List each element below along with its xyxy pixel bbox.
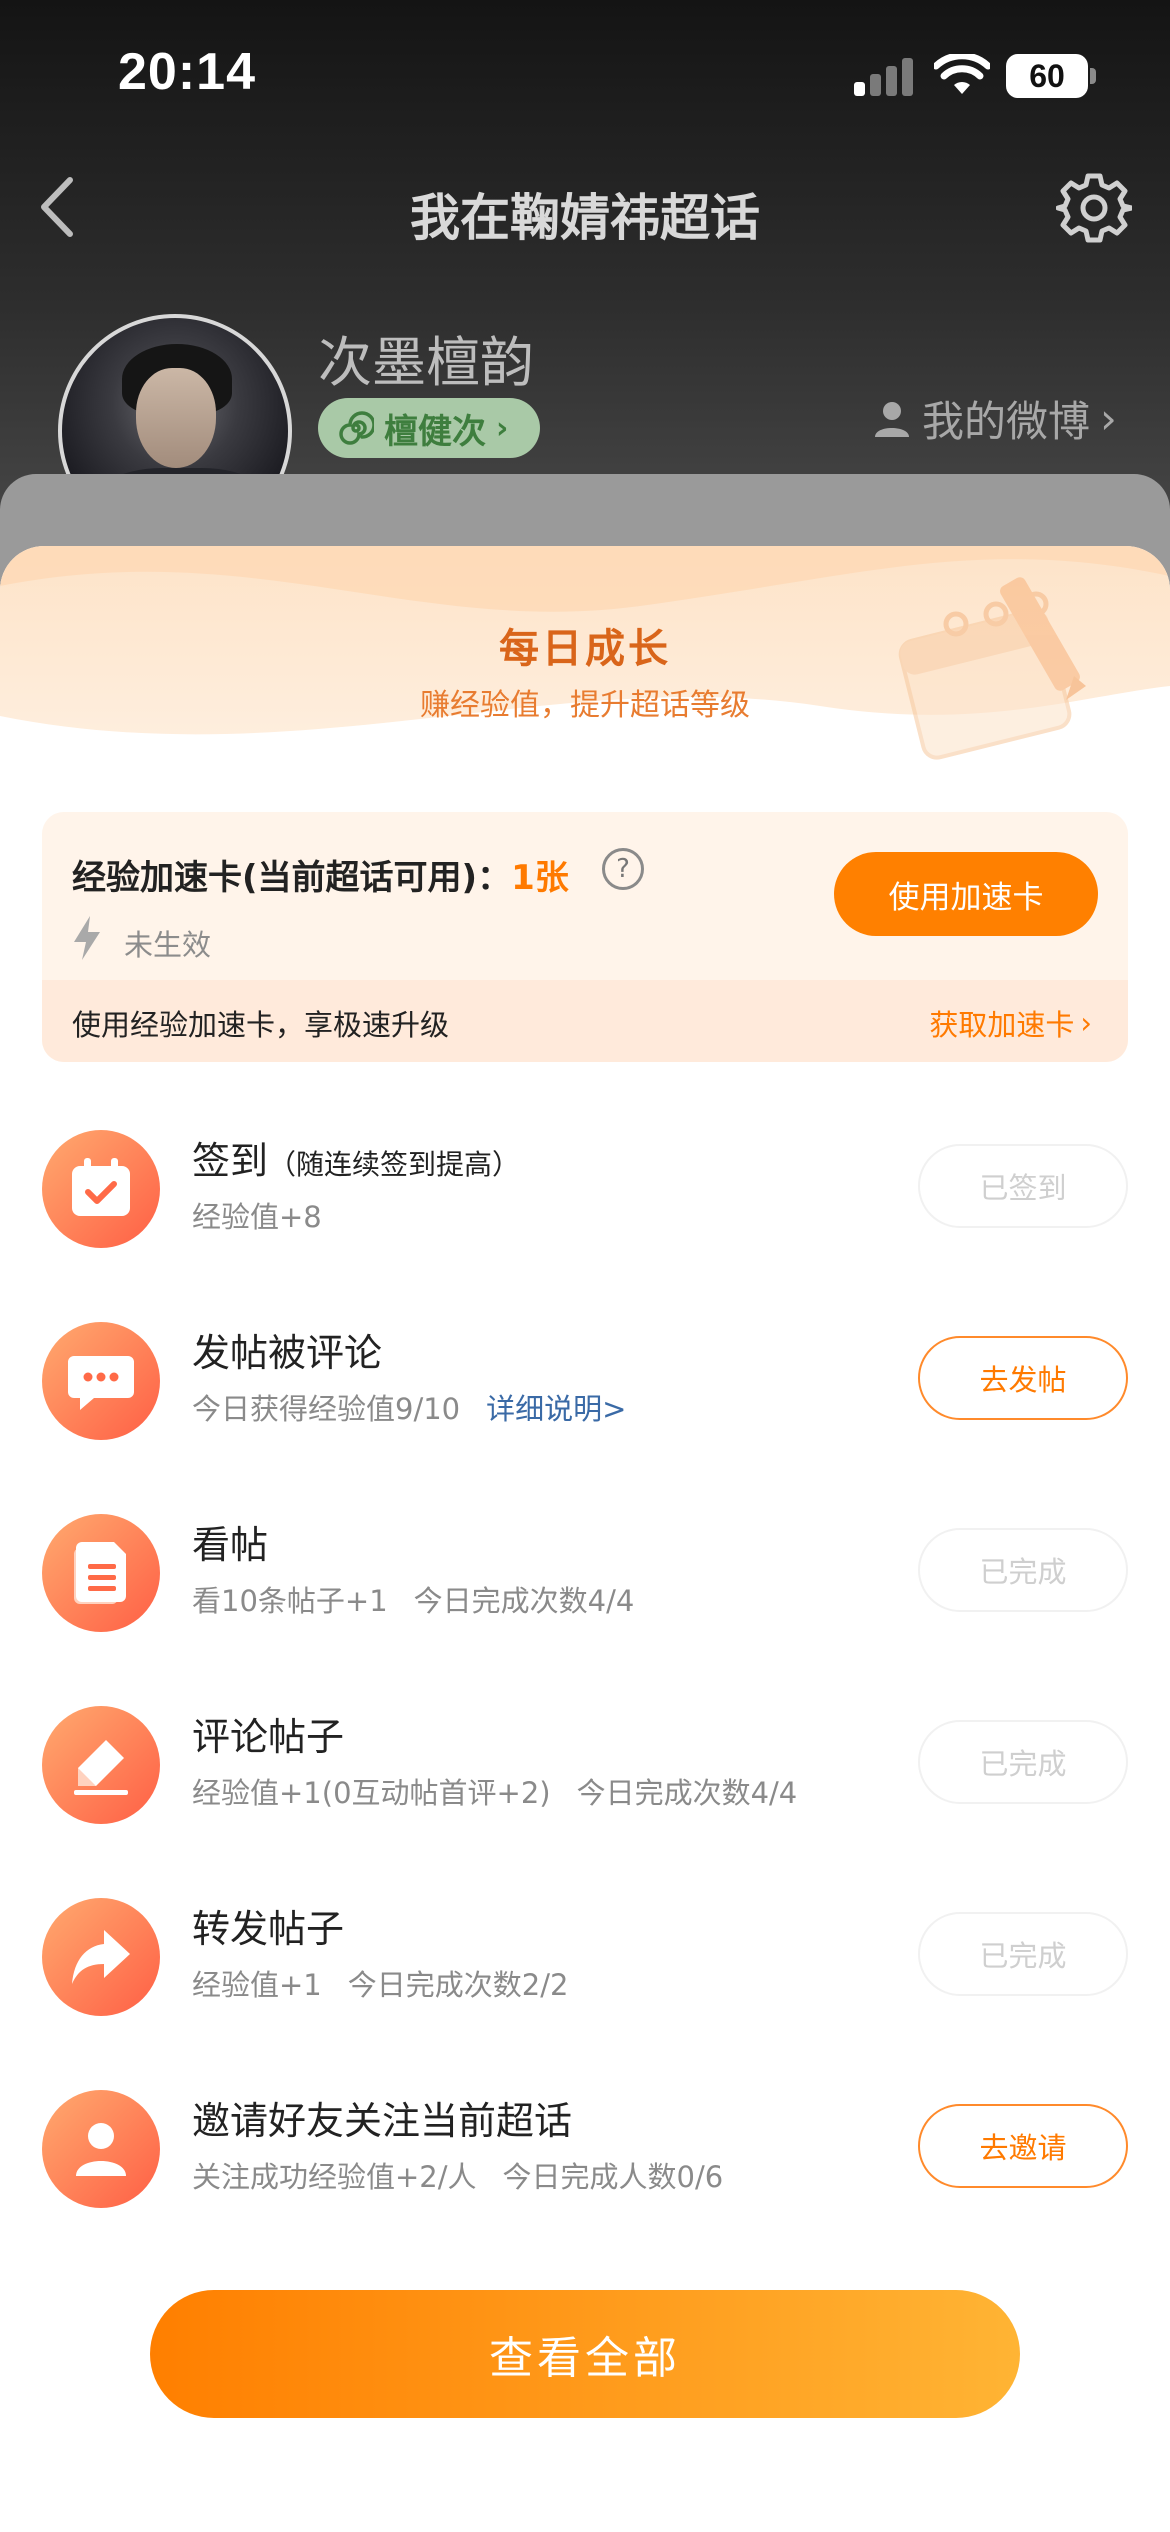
- task-desc: 看10条帖子+1 今日完成次数4/4: [192, 1578, 634, 1620]
- chevron-right-icon: ›: [496, 410, 509, 446]
- hero-title: 每日成长: [499, 626, 671, 672]
- go-invite-button[interactable]: 去邀请: [918, 2104, 1128, 2188]
- details-link[interactable]: 详细说明>: [486, 1392, 626, 1426]
- task-invite-friends: 邀请好友关注当前超话 关注成功经验值+2/人 今日完成人数0/6 去邀请: [0, 2090, 1170, 2240]
- task-title: 邀请好友关注当前超话: [192, 2099, 573, 2143]
- speed-card-panel: 经验加速卡(当前超话可用)：1张 ? 未生效 使用加速卡 使用经验加速卡，享极速…: [42, 812, 1128, 1062]
- pencil-icon: [42, 1706, 160, 1824]
- hero-banner: 每日成长 赚经验值，提升超话等级: [0, 546, 1170, 806]
- task-comment-posts: 评论帖子 经验值+1(0互动帖首评+2) 今日完成次数4/4 已完成: [0, 1706, 1170, 1856]
- completed-button[interactable]: 已完成: [918, 1912, 1128, 1996]
- use-speed-card-button[interactable]: 使用加速卡: [834, 852, 1098, 936]
- get-speed-card-link[interactable]: 获取加速卡 ›: [929, 1002, 1092, 1044]
- page-title: 我在鞠婧祎超话: [410, 189, 760, 247]
- daily-growth-panel: 每日成长 赚经验值，提升超话等级 经验加速卡(当前超话可用)：1张 ? 未生效 …: [0, 546, 1170, 2532]
- task-post-commented: 发帖被评论 今日获得经验值9/10 详细说明> 去发帖: [0, 1322, 1170, 1472]
- speed-card-footer-text: 使用经验加速卡，享极速升级: [72, 1008, 450, 1042]
- task-desc-text: 经验值+8: [192, 1200, 322, 1234]
- pencil-glyph: [74, 1740, 128, 1795]
- my-weibo-label: 我的微博: [922, 397, 1091, 446]
- speed-card-title: 经验加速卡(当前超话可用)：1张: [72, 850, 569, 899]
- task-progress-text: 今日完成人数0/6: [502, 2160, 724, 2194]
- task-desc: 今日获得经验值9/10 详细说明>: [192, 1386, 626, 1428]
- task-desc: 经验值+1(0互动帖首评+2) 今日完成次数4/4: [192, 1770, 797, 1812]
- task-repost: 转发帖子 经验值+1 今日完成次数2/2 已完成: [0, 1898, 1170, 2048]
- task-desc-text: 经验值+1: [192, 1968, 322, 2002]
- battery-icon: 60: [1006, 54, 1088, 98]
- task-desc-text: 经验值+1(0互动帖首评+2): [192, 1776, 551, 1810]
- level-pill-label: 檀健次: [384, 411, 486, 452]
- task-desc: 经验值+1 今日完成次数2/2: [192, 1962, 568, 2004]
- task-desc: 经验值+8: [192, 1194, 322, 1236]
- person-glyph: [76, 2123, 126, 2176]
- speed-card-title-text: 经验加速卡(当前超话可用)：: [72, 858, 512, 898]
- calendar-check-glyph: [72, 1158, 130, 1216]
- task-title-text: 签到: [192, 1139, 269, 1183]
- avatar-face: [136, 368, 216, 468]
- speed-card-footer: 使用经验加速卡，享极速升级 获取加速卡 ›: [42, 980, 1128, 1062]
- super-topic-level-pill[interactable]: 檀健次 ›: [318, 398, 541, 458]
- wifi-icon: [934, 54, 990, 94]
- task-desc-text: 关注成功经验值+2/人: [192, 2160, 477, 2194]
- settings-gear-icon[interactable]: [1056, 170, 1132, 246]
- chat-bubble-glyph: [68, 1356, 134, 1410]
- share-arrow-icon: [42, 1898, 160, 2016]
- task-progress-text: 今日完成次数4/4: [576, 1776, 798, 1810]
- signed-in-button[interactable]: 已签到: [918, 1144, 1128, 1228]
- task-sign-in: 签到（随连续签到提高） 经验值+8 已签到: [0, 1130, 1170, 1280]
- lightning-icon: [74, 916, 100, 960]
- help-icon[interactable]: ?: [602, 848, 644, 890]
- view-all-button[interactable]: 查看全部: [150, 2290, 1020, 2418]
- task-title: 转发帖子: [192, 1907, 345, 1951]
- task-desc-text: 今日获得经验值9/10: [192, 1392, 461, 1426]
- calendar-check-icon: [42, 1130, 160, 1248]
- task-title: 签到（随连续签到提高）: [192, 1130, 520, 1185]
- chat-bubble-icon: [42, 1322, 160, 1440]
- task-title-hint: （随连续签到提高）: [268, 1148, 521, 1181]
- task-title: 评论帖子: [192, 1715, 345, 1759]
- completed-button[interactable]: 已完成: [918, 1528, 1128, 1612]
- status-time: 20:14: [118, 43, 256, 101]
- task-title: 看帖: [192, 1523, 269, 1567]
- speed-card-count: 1张: [511, 858, 569, 898]
- task-progress-text: 今日完成次数4/4: [413, 1584, 635, 1618]
- battery-tip: [1090, 68, 1096, 84]
- task-progress-text: 今日完成次数2/2: [347, 1968, 569, 2002]
- my-weibo-link[interactable]: 我的微博 ›: [872, 388, 1117, 449]
- task-title: 发帖被评论: [192, 1331, 383, 1375]
- task-desc-text: 看10条帖子+1: [192, 1584, 388, 1618]
- document-icon: [42, 1514, 160, 1632]
- person-icon: [875, 401, 909, 437]
- share-arrow-glyph: [72, 1930, 130, 1984]
- completed-button[interactable]: 已完成: [918, 1720, 1128, 1804]
- cellular-signal-icon: [854, 58, 914, 96]
- username: 次墨檀韵: [318, 331, 534, 394]
- task-desc: 关注成功经验值+2/人 今日完成人数0/6: [192, 2154, 723, 2196]
- person-icon: [42, 2090, 160, 2208]
- hero-subtitle: 赚经验值，提升超话等级: [420, 688, 750, 723]
- chevron-right-icon: ›: [1080, 1006, 1092, 1040]
- speed-card-status: 未生效: [124, 928, 212, 962]
- get-speed-card-label: 获取加速卡: [929, 1008, 1075, 1042]
- go-post-button[interactable]: 去发帖: [918, 1336, 1128, 1420]
- task-read-posts: 看帖 看10条帖子+1 今日完成次数4/4 已完成: [0, 1514, 1170, 1664]
- spiral-icon: [339, 411, 374, 445]
- document-glyph: [74, 1542, 126, 1604]
- chevron-right-icon: ›: [1100, 394, 1117, 443]
